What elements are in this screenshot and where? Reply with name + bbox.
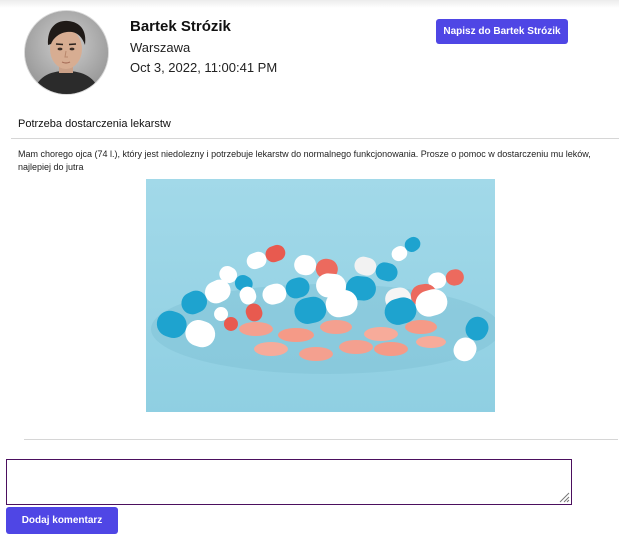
header-shadow [0,0,619,8]
author-name: Bartek Strózik [130,18,231,35]
medicine-pills-image [146,179,495,412]
divider [11,138,619,139]
post-body: Mam chorego ojca (74 l.), który jest nie… [18,149,591,172]
post-date: Oct 3, 2022, 11:00:41 PM [130,60,278,75]
post-page: Bartek Strózik Warszawa Oct 3, 2022, 11:… [0,0,619,538]
post-title: Potrzeba dostarczenia lekarstw [18,118,171,130]
author-city: Warszawa [130,40,191,55]
add-comment-button[interactable]: Dodaj komentarz [6,507,118,534]
resize-grip-icon[interactable] [557,490,570,503]
comment-input[interactable] [6,459,572,505]
avatar [25,11,108,94]
message-author-button[interactable]: Napisz do Bartek Strózik [436,19,568,44]
divider [24,439,618,440]
